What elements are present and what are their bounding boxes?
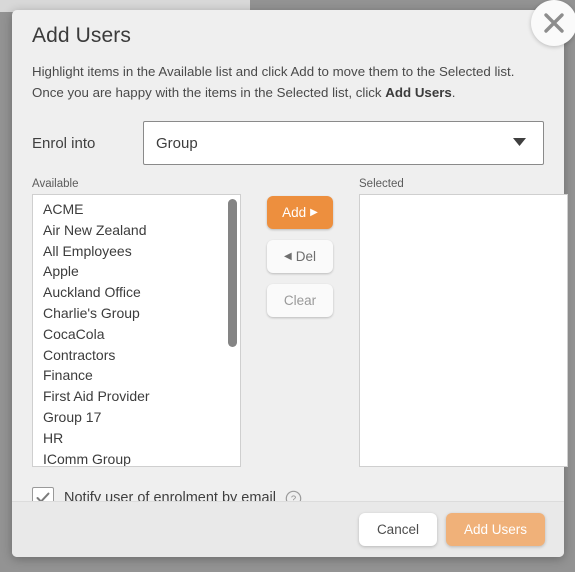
instructions-text: Highlight items in the Available list an… xyxy=(32,61,544,103)
list-item[interactable]: Group 17 xyxy=(33,407,240,428)
selected-list-column: Selected xyxy=(359,178,568,467)
arrow-left-icon: ◀ xyxy=(284,251,292,262)
list-item[interactable]: All Employees xyxy=(33,241,240,262)
selected-items xyxy=(360,195,567,199)
cancel-button[interactable]: Cancel xyxy=(358,513,437,546)
del-button[interactable]: ◀ Del xyxy=(267,240,333,273)
list-item[interactable]: Apple xyxy=(33,261,240,282)
del-button-label: Del xyxy=(295,249,316,264)
clear-button-label: Clear xyxy=(283,293,317,308)
available-items: ACME Air New Zealand All Employees Apple Auc… xyxy=(33,195,240,466)
list-item[interactable]: Contractors xyxy=(33,345,240,366)
add-button-label: Add xyxy=(282,205,307,220)
dual-list-region: Available ACME Air New Zealand All Employe… xyxy=(32,178,568,467)
chevron-down-icon xyxy=(512,134,527,152)
instructions-emphasis: Add Users xyxy=(385,85,452,100)
modal-footer: Cancel Add Users xyxy=(12,501,564,557)
arrow-right-icon: ▶ xyxy=(310,207,318,218)
enrol-into-select[interactable]: Group xyxy=(143,121,544,165)
available-list-column: Available ACME Air New Zealand All Employe… xyxy=(32,178,241,467)
enrol-into-label: Enrol into xyxy=(32,134,96,152)
enrol-into-row: Enrol into Group xyxy=(32,121,544,165)
available-list-scrollbar[interactable] xyxy=(228,198,237,463)
add-button[interactable]: Add ▶ xyxy=(267,196,333,229)
enrol-into-selected-value: Group xyxy=(156,134,198,152)
list-item[interactable]: Air New Zealand xyxy=(33,220,240,241)
list-item[interactable]: IComm Group xyxy=(33,449,240,466)
page-title: Add Users xyxy=(32,24,131,47)
add-users-modal: Add Users Highlight items in the Availab… xyxy=(12,0,575,557)
available-list-label: Available xyxy=(32,178,79,190)
add-users-button[interactable]: Add Users xyxy=(445,513,545,546)
selected-list-label: Selected xyxy=(359,178,404,190)
clear-button[interactable]: Clear xyxy=(267,284,333,317)
list-item[interactable]: ACME xyxy=(33,199,240,220)
cancel-button-label: Cancel xyxy=(376,522,419,537)
list-item[interactable]: CocaCola xyxy=(33,324,240,345)
available-listbox[interactable]: ACME Air New Zealand All Employees Apple Auc… xyxy=(32,194,241,467)
instructions-tail: . xyxy=(451,85,456,100)
modal-body: Add Users Highlight items in the Availab… xyxy=(12,10,568,525)
list-item[interactable]: Charlie's Group xyxy=(33,303,240,324)
transfer-buttons-column: Add ▶ ◀ Del Clear xyxy=(241,178,359,328)
list-item[interactable]: First Aid Provider xyxy=(33,386,240,407)
available-list-scrollbar-thumb[interactable] xyxy=(228,199,237,347)
close-icon[interactable] xyxy=(531,0,575,46)
list-item[interactable]: HR xyxy=(33,428,240,449)
selected-listbox[interactable] xyxy=(359,194,568,467)
list-item[interactable]: Auckland Office xyxy=(33,282,240,303)
list-item[interactable]: Finance xyxy=(33,365,240,386)
add-users-button-label: Add Users xyxy=(463,522,527,537)
